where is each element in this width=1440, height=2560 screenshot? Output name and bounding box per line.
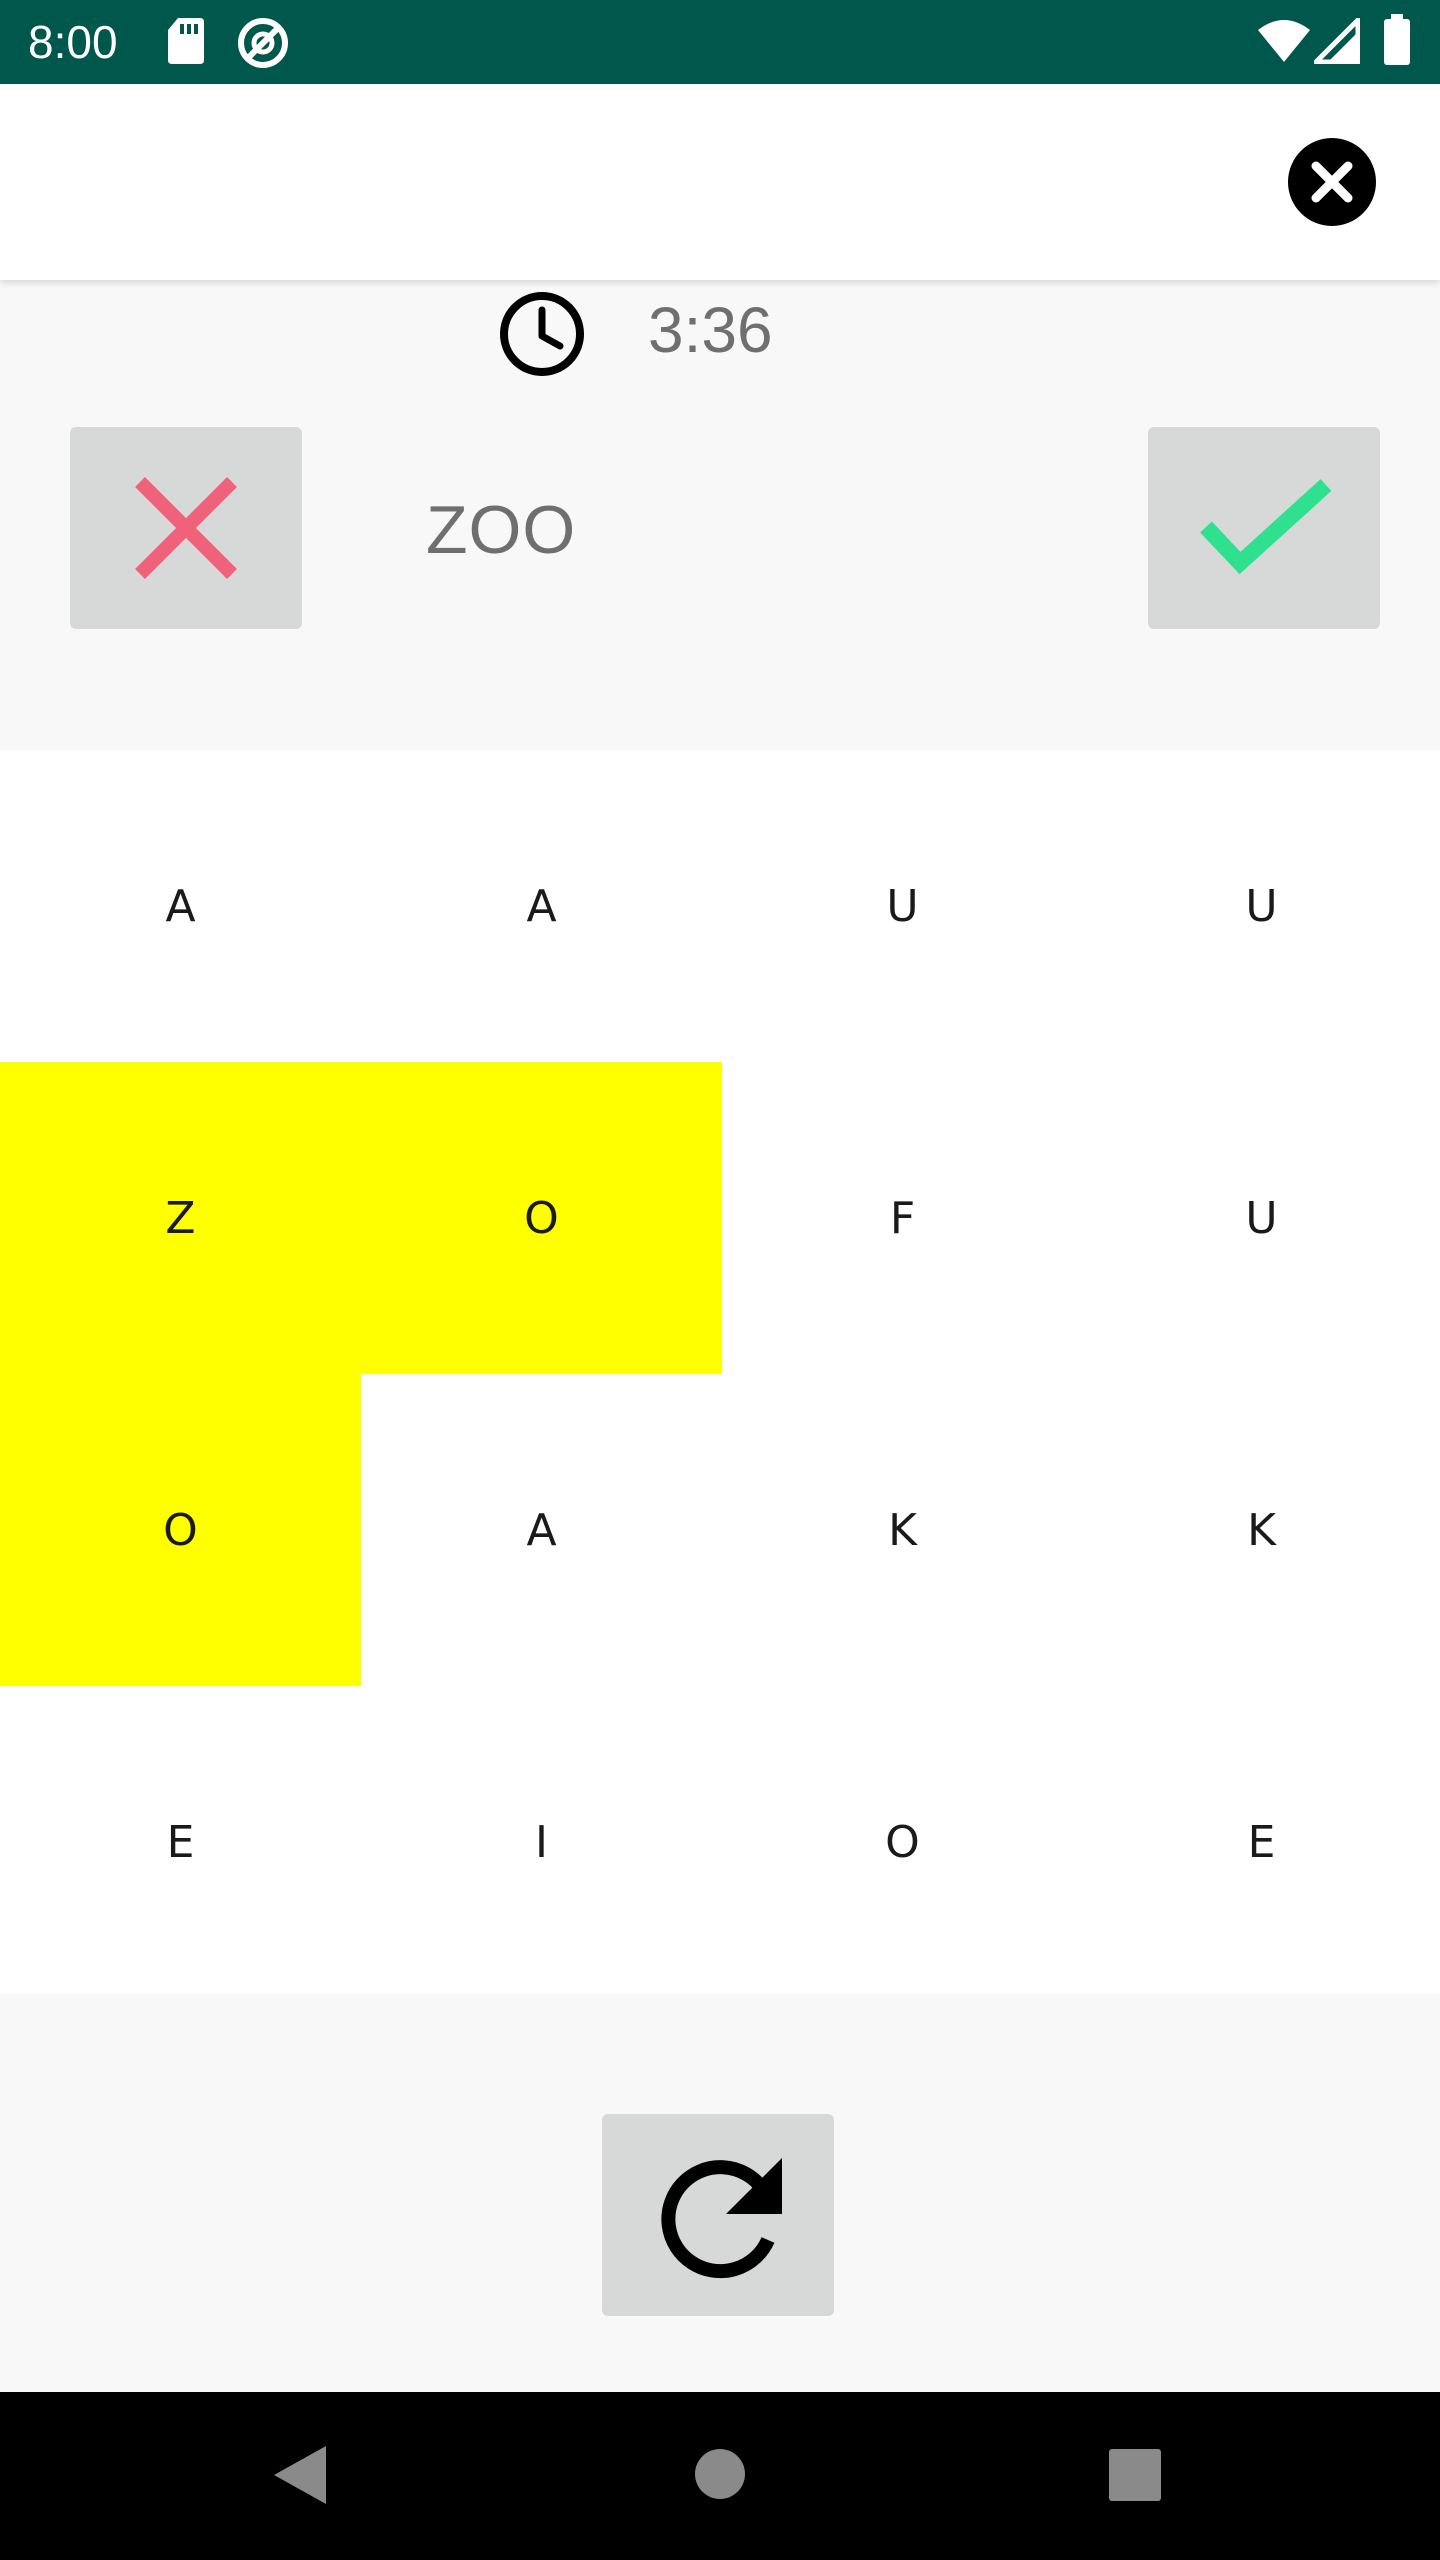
close-button[interactable] xyxy=(1288,138,1376,226)
refresh-icon xyxy=(661,2158,782,2279)
sd-card-icon xyxy=(166,16,206,71)
checkmark-icon xyxy=(1200,479,1332,575)
grid-cell-selected[interactable]: O xyxy=(0,1374,361,1686)
accept-word-button[interactable] xyxy=(1148,427,1380,629)
status-time: 8:00 xyxy=(28,16,118,68)
grid-cell[interactable]: A xyxy=(0,750,361,1062)
shuffle-button[interactable] xyxy=(602,2114,834,2316)
grid-cell-selected[interactable]: Z xyxy=(0,1062,361,1374)
battery-icon xyxy=(1382,14,1412,71)
status-bar: 8:00 xyxy=(0,0,1440,84)
current-word: ZOO xyxy=(426,492,577,568)
app-bar xyxy=(0,84,1440,280)
grid-cell[interactable]: F xyxy=(722,1062,1083,1374)
letter-grid: A A U U Z O F U O A K K E I O E xyxy=(0,750,1440,1994)
wifi-icon xyxy=(1256,18,1312,69)
grid-cell[interactable]: A xyxy=(361,1374,722,1686)
grid-cell[interactable]: E xyxy=(0,1686,361,1998)
timer-value: 3:36 xyxy=(648,294,773,366)
grid-cell[interactable]: K xyxy=(722,1374,1083,1686)
grid-cell[interactable]: E xyxy=(1083,1686,1440,1998)
reject-x-icon xyxy=(135,477,237,579)
back-icon[interactable] xyxy=(272,2444,328,2511)
grid-cell[interactable]: I xyxy=(361,1686,722,1998)
signal-icon xyxy=(1313,17,1361,69)
home-icon[interactable] xyxy=(694,2448,746,2505)
grid-cell[interactable]: A xyxy=(361,750,722,1062)
navigation-bar xyxy=(0,2392,1440,2560)
grid-cell[interactable]: U xyxy=(1083,750,1440,1062)
grid-cell[interactable]: U xyxy=(1083,1062,1440,1374)
grid-cell[interactable]: U xyxy=(722,750,1083,1062)
grid-cell-selected[interactable]: O xyxy=(361,1062,722,1374)
grid-cell[interactable]: O xyxy=(722,1686,1083,1998)
reject-word-button[interactable] xyxy=(70,427,302,629)
close-icon xyxy=(1311,161,1353,203)
recents-icon[interactable] xyxy=(1108,2448,1162,2507)
grid-cell[interactable]: K xyxy=(1083,1374,1440,1686)
vpn-icon xyxy=(236,16,290,75)
clock-icon xyxy=(496,288,588,385)
